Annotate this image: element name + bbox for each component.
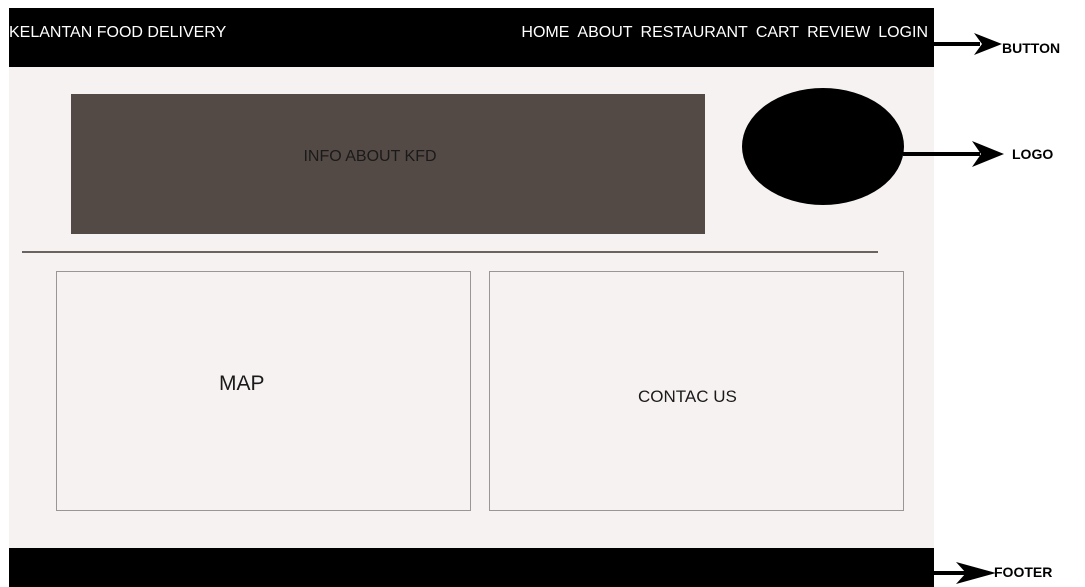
callout-button: BUTTON [1002,40,1061,56]
callout-footer: FOOTER [994,564,1053,580]
callout-logo: LOGO [1012,146,1054,162]
annotation-arrows [903,33,1004,584]
button-arrow-icon [934,33,1002,55]
logo-arrow-icon [903,141,1004,167]
footer-arrow-icon [934,562,996,584]
